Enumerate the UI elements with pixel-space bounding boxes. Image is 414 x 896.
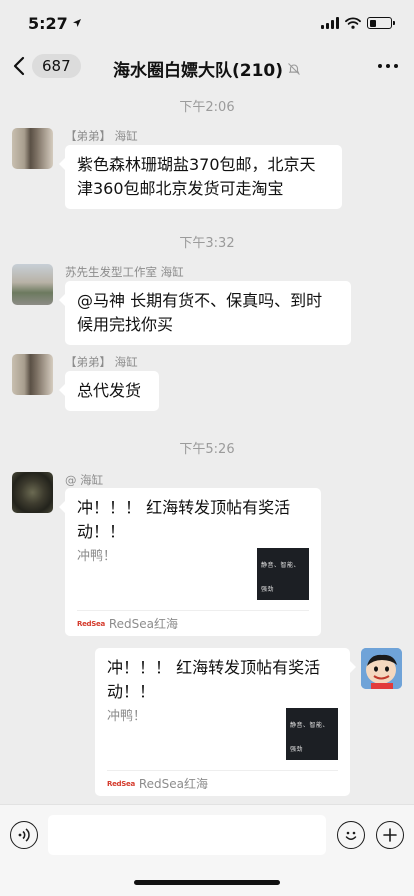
avatar[interactable] [12,128,53,169]
card-thumbnail: 静音、智能、强劲 [257,548,309,600]
plus-button[interactable] [376,821,404,849]
emoji-button[interactable] [337,821,365,849]
card-body: 冲鸭！ 静音、智能、强劲 [107,708,338,760]
wifi-icon [345,17,361,29]
location-arrow-icon [72,19,81,27]
sender-name: 【弟弟】 海缸 [65,355,138,369]
voice-button[interactable] [10,821,38,849]
chat-title-text: 海水圈白嫖大队(210) [112,61,284,81]
message-text-line: 紫色森林珊瑚盐370包邮，北京天 [77,155,316,174]
sender-name: @ 海缸 [65,473,104,487]
sender-name: 苏先生发型工作室 海缸 [65,265,184,279]
bell-slash-icon [288,62,300,75]
more-dot [378,64,382,68]
thumbnail-text: 静音、智能、强劲 [261,562,301,593]
message-text-line: 津360包邮北京发货可走淘宝 [77,179,284,198]
status-bar: 5:27 [0,0,414,46]
message-item: @ 海缸 冲！！！ 红海转发顶帖有奖活 动！！ 冲鸭！ 静音、智能、强劲 Red… [12,472,402,636]
link-card[interactable]: 冲！！！ 红海转发顶帖有奖活 动！！ 冲鸭！ 静音、智能、强劲 RedSea R… [59,488,321,636]
home-indicator [134,880,280,885]
nav-bar: 687 海水圈白嫖大队(210) [0,46,414,88]
message-bubble[interactable]: 总代发货 [59,371,159,411]
status-icons [321,17,395,29]
message-text-line: @马神 长期有货不、保真吗、到时 [77,291,323,310]
message-text-line: 总代发货 [77,381,142,400]
message-item: 苏先生发型工作室 海缸 @马神 长期有货不、保真吗、到时 候用完找你买 [12,264,402,345]
link-card[interactable]: 冲！！！ 红海转发顶帖有奖活 动！！ 冲鸭！ 静音、智能、强劲 RedSea R… [95,648,356,796]
more-dot [386,64,390,68]
more-dot [394,64,398,68]
message-text-line: 候用完找你买 [77,315,174,334]
avatar[interactable] [361,648,402,689]
sender-name: 【弟弟】 海缸 [65,129,138,143]
timestamp: 下午5:26 [179,442,235,457]
card-footer: RedSea RedSea红海 [107,770,338,796]
avatar[interactable] [12,264,53,305]
voice-icon [18,828,30,842]
card-title-line: 动！！ [77,522,126,541]
card-title-line: 动！！ [107,682,156,701]
card-title: 冲！！！ 红海转发顶帖有奖活 动！！ [107,656,336,704]
signal-icon [321,17,339,29]
redsea-logo: RedSea [77,619,105,628]
card-title-line: 冲！！！ 红海转发顶帖有奖活 [107,658,321,677]
message-input[interactable] [48,815,326,855]
message-bubble[interactable]: 紫色森林珊瑚盐370包邮，北京天 津360包邮北京发货可走淘宝 [59,145,342,209]
card-description: 冲鸭！ [77,549,117,564]
message-bubble[interactable]: @马神 长期有货不、保真吗、到时 候用完找你买 [59,281,351,345]
chat-area[interactable]: 下午2:06 【弟弟】 海缸 紫色森林珊瑚盐370包邮，北京天 津360包邮北京… [0,88,414,804]
message-item: 【弟弟】 海缸 紫色森林珊瑚盐370包邮，北京天 津360包邮北京发货可走淘宝 [12,128,402,220]
plus-icon [383,828,397,842]
message-item: 【弟弟】 海缸 总代发货 [12,354,402,414]
card-title: 冲！！！ 红海转发顶帖有奖活 动！！ [77,496,307,544]
card-description: 冲鸭！ [107,709,147,724]
timestamp: 下午3:32 [179,236,235,251]
card-thumbnail: 静音、智能、强劲 [286,708,338,760]
emoji-icon [345,831,357,840]
card-source: RedSea红海 [138,776,209,791]
timestamp: 下午2:06 [179,100,235,115]
card-body: 冲鸭！ 静音、智能、强劲 [77,548,309,600]
chat-title: 海水圈白嫖大队(210) [0,56,414,81]
more-button[interactable] [378,64,398,68]
avatar[interactable] [12,354,53,395]
battery-icon [367,17,395,29]
card-title-line: 冲！！！ 红海转发顶帖有奖活 [77,498,291,517]
cartoon-avatar-icon [361,648,402,689]
thumbnail-text: 静音、智能、强劲 [290,722,330,753]
card-source: RedSea红海 [108,616,179,631]
message-item-outgoing: 冲！！！ 红海转发顶帖有奖活 动！！ 冲鸭！ 静音、智能、强劲 RedSea R… [12,648,402,800]
card-footer: RedSea RedSea红海 [77,610,309,636]
avatar[interactable] [12,472,53,513]
redsea-logo: RedSea [107,779,135,788]
status-time: 5:27 [28,14,82,33]
